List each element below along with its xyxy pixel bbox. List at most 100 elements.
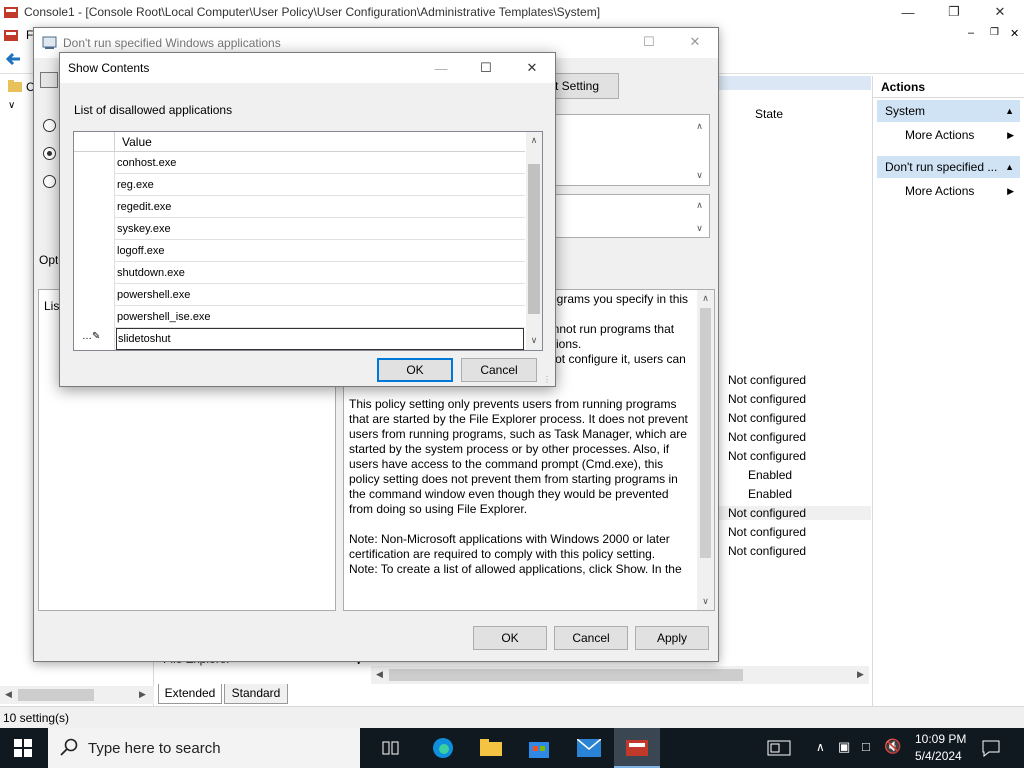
store-icon[interactable] [516,728,562,768]
scroll-thumb[interactable] [700,308,711,558]
resize-grip-icon[interactable]: ⋮ [543,375,551,384]
show-close-button[interactable]: ✕ [509,56,555,80]
scroll-right-arrow[interactable]: ▶ [134,686,151,703]
task-view-icon[interactable] [368,728,414,768]
show-ok-button[interactable]: OK [377,358,453,382]
scroll-down-arrow[interactable]: ∨ [691,167,708,184]
scroll-up-arrow[interactable]: ∧ [691,197,708,214]
back-arrow-icon[interactable] [4,50,22,71]
scroll-up-arrow[interactable]: ∧ [691,118,708,135]
row-selector[interactable] [74,262,115,284]
network-icon[interactable]: ▣ [838,739,850,755]
policy-apply-button[interactable]: Apply [635,626,709,650]
row-selector[interactable] [74,196,115,218]
scroll-left-arrow[interactable]: ◀ [0,686,17,703]
scroll-up-arrow[interactable]: ∧ [697,290,714,307]
policy-ok-button[interactable]: OK [473,626,547,650]
row-value-cell[interactable]: regedit.exe [116,196,524,218]
row-selector[interactable] [74,174,115,196]
row-selector[interactable] [74,306,115,328]
value-column-header[interactable]: Value [122,135,152,149]
scroll-down-arrow[interactable]: ∨ [526,332,542,349]
grid-header: Value [74,132,525,152]
file-explorer-icon[interactable] [468,728,514,768]
row-selector[interactable] [74,218,115,240]
child-minimize-button[interactable]: – [968,27,974,39]
grid-row[interactable]: reg.exe [74,174,525,196]
search-box[interactable]: Type here to search [48,728,360,768]
start-button[interactable] [0,728,46,768]
child-restore-button[interactable]: ❐ [990,27,999,38]
scroll-thumb[interactable] [18,689,94,701]
chevron-up-icon[interactable]: ∧ [816,740,825,754]
row-value-cell[interactable]: conhost.exe [116,152,524,174]
child-close-button[interactable]: ✕ [1010,27,1019,40]
more-actions-policy[interactable]: More Actions ▶ [873,180,1024,202]
scroll-thumb[interactable] [528,164,540,314]
not-configured-radio[interactable] [43,119,56,132]
grid-row[interactable]: logoff.exe [74,240,525,262]
actions-section-system[interactable]: System ▲ [877,100,1020,122]
show-cancel-label: Cancel [480,363,518,377]
center-hscrollbar[interactable]: ◀ ▶ [371,666,869,684]
comment-box[interactable]: ∧ ∨ [552,114,710,186]
row-value-cell[interactable]: shutdown.exe [116,262,524,284]
grid-row[interactable]: shutdown.exe [74,262,525,284]
volume-muted-icon[interactable]: 🔇 [884,738,901,755]
collapse-up-icon[interactable]: ▲ [1005,156,1014,178]
grid-row[interactable]: regedit.exe [74,196,525,218]
scroll-down-arrow[interactable]: ∨ [697,593,714,610]
enabled-radio[interactable] [43,147,56,160]
row-value-cell[interactable]: syskey.exe [116,218,524,240]
mail-icon[interactable] [566,728,612,768]
state-cell: Not configured [728,544,807,558]
more-actions-system[interactable]: More Actions ▶ [873,124,1024,146]
grid-row[interactable]: powershell_ise.exe [74,306,525,328]
tab-standard[interactable]: Standard [224,684,288,704]
show-minimize-button[interactable]: — [418,56,464,80]
row-value-cell[interactable]: reg.exe [116,174,524,196]
close-button[interactable]: ✕ [977,0,1023,24]
grid-row[interactable]: …✎ slidetoshut [74,328,525,350]
edge-browser-icon[interactable] [420,728,466,768]
tab-extended[interactable]: Extended [158,684,222,704]
row-value-cell[interactable]: logoff.exe [116,240,524,262]
console-icon [3,27,19,46]
grid-row[interactable]: conhost.exe [74,152,525,174]
row-selector[interactable] [74,240,115,262]
scroll-thumb[interactable] [389,669,743,681]
clock-time[interactable]: 10:09 PM [915,732,966,746]
collapse-up-icon[interactable]: ▲ [1005,100,1014,122]
row-value-cell[interactable]: powershell.exe [116,284,524,306]
message-icon[interactable]: □ [862,739,870,754]
chevron-down-icon[interactable]: ∨ [8,100,15,111]
show-maximize-button[interactable]: ☐ [463,56,509,80]
row-selector[interactable] [74,284,115,306]
actions-section-policy[interactable]: Don't run specified ... ▲ [877,156,1020,178]
scroll-up-arrow[interactable]: ∧ [526,132,542,149]
policy-maximize-button[interactable]: ☐ [626,30,672,54]
grid-vscrollbar[interactable]: ∧ ∨ [526,132,542,350]
maximize-button[interactable]: ❐ [931,0,977,24]
policy-cancel-button[interactable]: Cancel [554,626,628,650]
help-vscrollbar[interactable]: ∧ ∨ [697,290,714,610]
policy-close-button[interactable]: ✕ [672,30,718,54]
task-manager-icon[interactable] [756,728,802,768]
row-selector[interactable]: …✎ [74,328,115,350]
clock-date[interactable]: 5/4/2024 [915,749,962,763]
scroll-right-arrow[interactable]: ▶ [852,666,869,683]
mmc-taskbar-icon[interactable] [614,728,660,768]
grid-row[interactable]: powershell.exe [74,284,525,306]
minimize-button[interactable]: — [885,0,931,24]
scroll-left-arrow[interactable]: ◀ [371,666,388,683]
row-value-cell[interactable]: powershell_ise.exe [116,306,524,328]
policy-header-icon [40,72,58,88]
disabled-radio[interactable] [43,175,56,188]
grid-row[interactable]: syskey.exe [74,218,525,240]
scroll-down-arrow[interactable]: ∨ [691,220,708,237]
row-value-cell[interactable]: slidetoshut [116,328,524,350]
show-cancel-button[interactable]: Cancel [461,358,537,382]
notifications-icon[interactable] [968,728,1014,768]
tree-hscrollbar[interactable]: ◀ ▶ [0,686,154,704]
row-selector[interactable] [74,152,115,174]
